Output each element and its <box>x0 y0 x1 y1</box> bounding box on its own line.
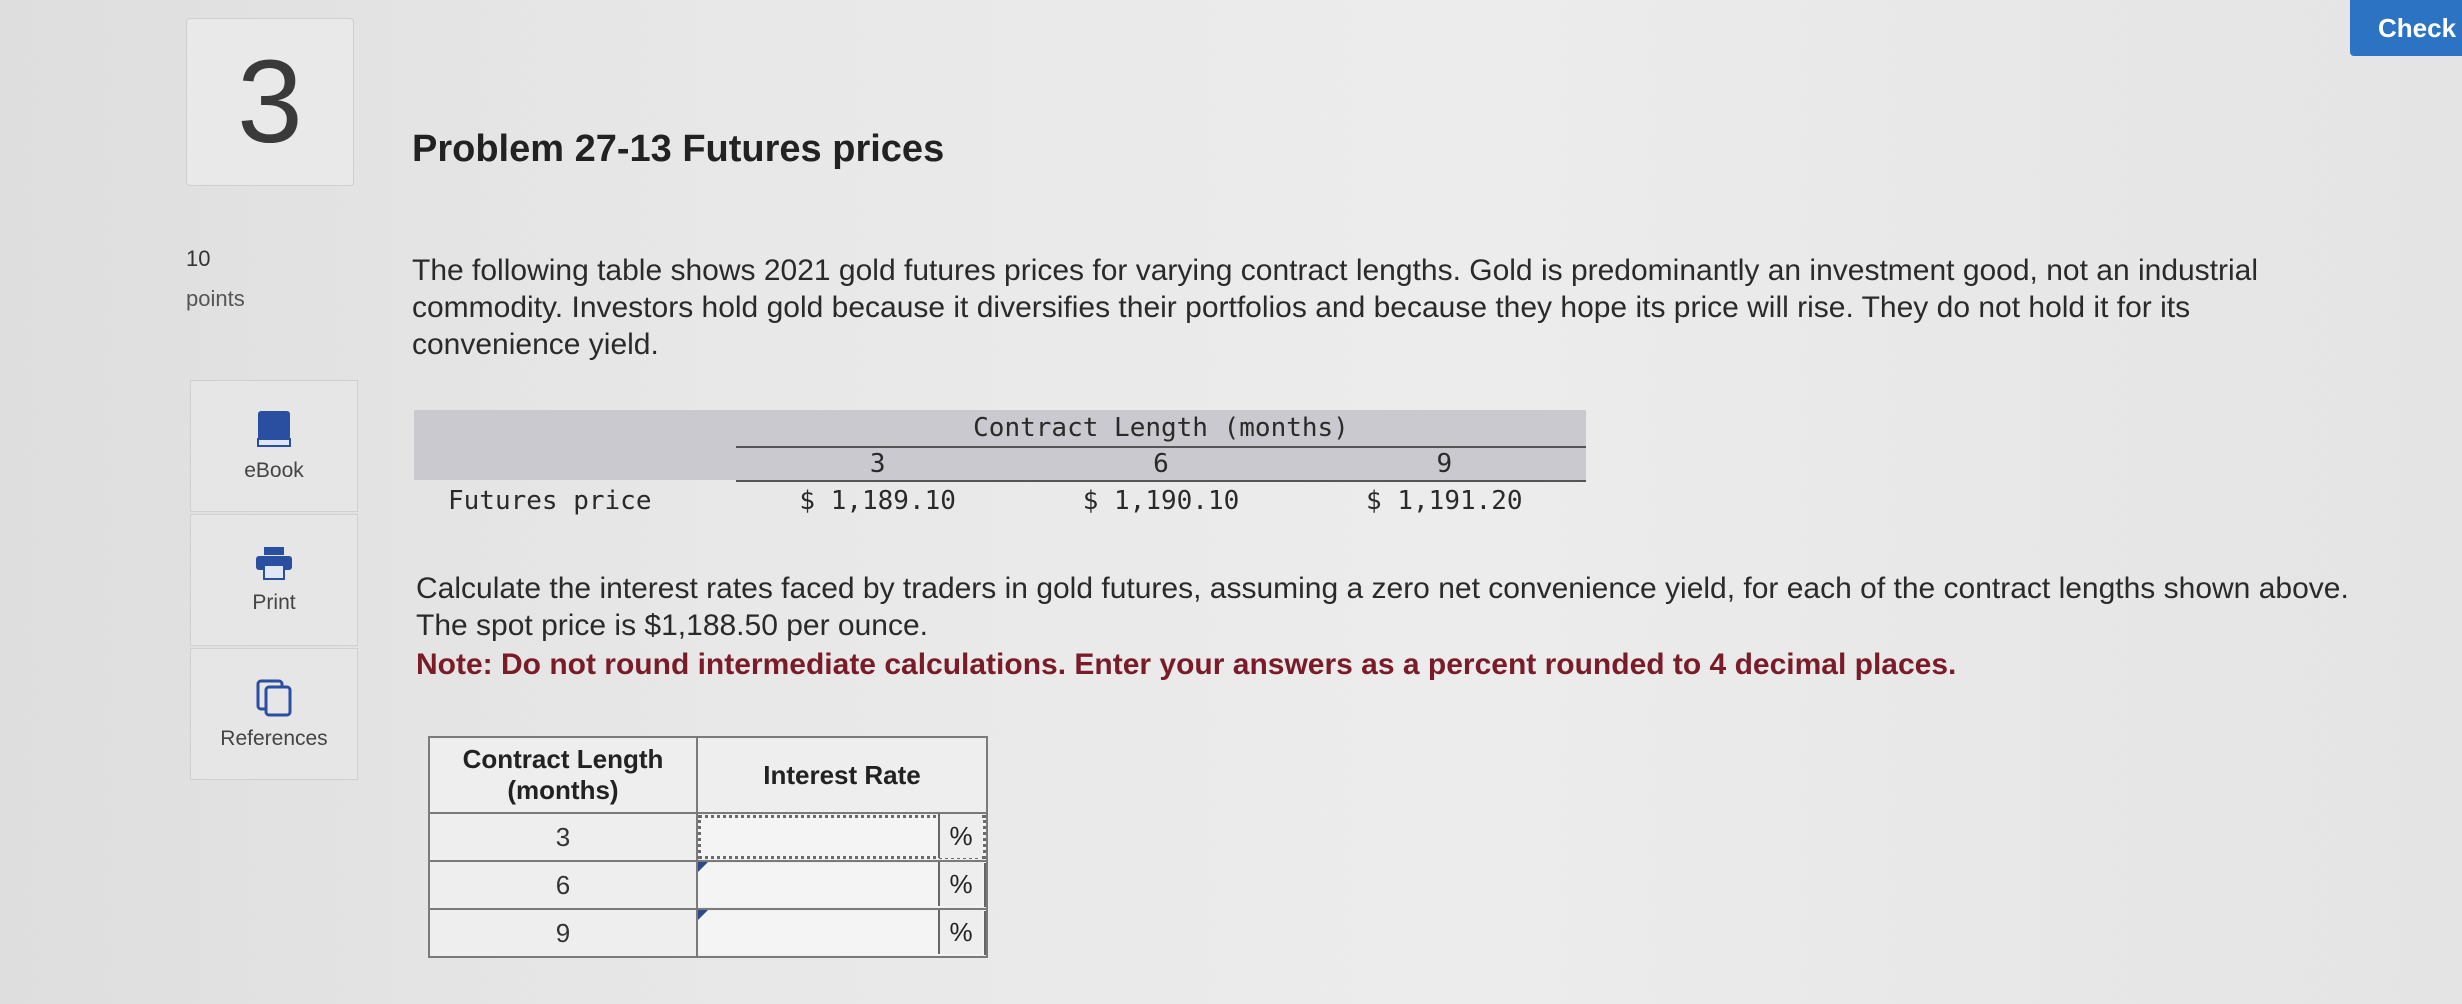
percent-unit: % <box>938 862 982 906</box>
problem-title: Problem 27-13 Futures prices <box>412 128 945 170</box>
table-row: 9 % <box>428 908 988 958</box>
table-row: 6 % <box>428 860 988 910</box>
references-label: References <box>220 727 328 750</box>
points-label: points <box>186 286 245 311</box>
percent-unit: % <box>938 814 982 858</box>
percent-unit: % <box>938 910 982 954</box>
futures-price-table: Contract Length (months) 3 6 9 Futures p… <box>414 410 1586 522</box>
references-button[interactable]: References <box>190 648 358 780</box>
rounding-note: Note: Do not round intermediate calculat… <box>416 648 1957 681</box>
futures-price-row: Futures price $ 1,189.10 $ 1,190.10 $ 1,… <box>414 480 1586 522</box>
references-icon <box>256 679 292 717</box>
problem-instructions: Calculate the interest rates faced by tr… <box>416 572 2349 642</box>
contract-length-cell: 3 <box>428 812 698 862</box>
print-label: Print <box>252 591 296 614</box>
answer-table: Contract Length (months) Interest Rate 3… <box>428 736 988 958</box>
contract-length-cell: 9 <box>428 908 698 958</box>
column-header: 9 <box>1436 449 1453 479</box>
contract-length-header: Contract Length (months) <box>736 410 1586 448</box>
question-number: 3 <box>237 36 303 168</box>
side-panel: eBook Print References <box>190 380 358 782</box>
question-number-box: 3 <box>186 18 354 186</box>
input-marker-icon <box>698 910 708 920</box>
column-header: 3 <box>869 449 886 479</box>
book-icon <box>257 411 291 447</box>
row-label: Futures price <box>448 486 652 516</box>
futures-price-cell: $ 1,189.10 <box>799 486 956 516</box>
input-marker-icon <box>698 862 708 872</box>
check-button[interactable]: Check <box>2350 0 2462 56</box>
ebook-label: eBook <box>244 459 304 482</box>
answer-header-rate: Interest Rate <box>696 736 988 814</box>
problem-intro: The following table shows 2021 gold futu… <box>412 254 2259 361</box>
futures-price-cell: $ 1,190.10 <box>1082 486 1240 516</box>
printer-icon <box>256 547 292 580</box>
column-header: 6 <box>1153 449 1169 479</box>
futures-price-cell: $ 1,191.20 <box>1366 486 1523 516</box>
print-button[interactable]: Print <box>190 514 358 646</box>
points-value: 10 <box>186 246 211 271</box>
futures-table-header: Contract Length (months) 3 6 9 <box>414 410 1586 482</box>
answer-header-length: Contract Length (months) <box>428 736 698 814</box>
ebook-button[interactable]: eBook <box>190 380 358 512</box>
table-row: 3 % <box>428 812 988 862</box>
contract-length-cell: 6 <box>428 860 698 910</box>
